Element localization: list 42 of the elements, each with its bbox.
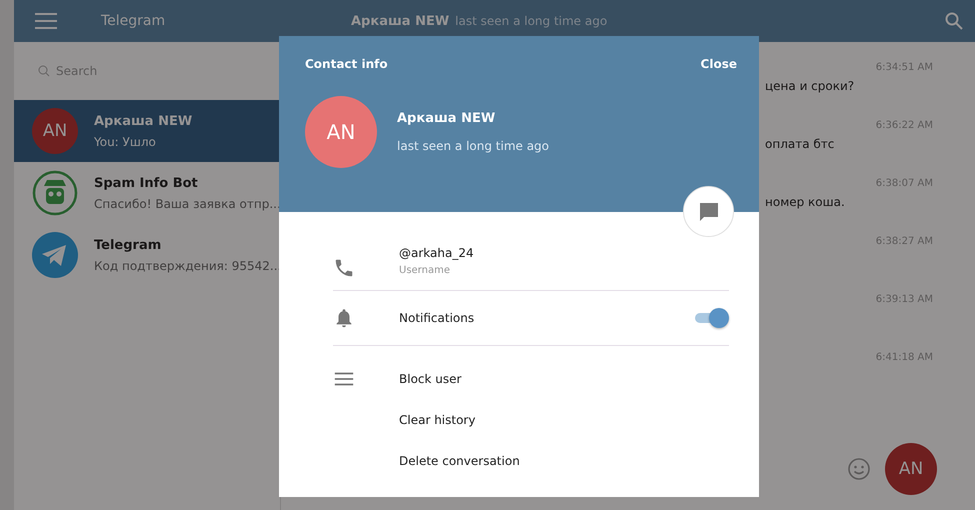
- avatar: AN: [32, 108, 78, 154]
- contact-avatar: AN: [305, 96, 377, 168]
- message-time: 6:34:51 AM: [876, 62, 933, 73]
- chat-title: Аркаша NEW: [351, 14, 450, 28]
- message-text: цена и сроки?: [765, 79, 856, 93]
- message-time: 6:36:22 AM: [876, 120, 933, 131]
- action-button[interactable]: Delete conversation: [399, 454, 520, 468]
- chat-preview: You: Ушло: [94, 134, 157, 148]
- message-time: 6:38:27 AM: [876, 236, 933, 247]
- message-text: номер коша.: [765, 195, 846, 209]
- message-time: 6:39:13 AM: [876, 294, 933, 305]
- notifications-label: Notifications: [399, 311, 474, 325]
- close-button[interactable]: Close: [700, 57, 737, 71]
- chat-status: last seen a long time ago: [455, 14, 608, 28]
- chat-list-item[interactable]: AN Аркаша NEW You: Ушло: [14, 100, 280, 162]
- dialog-title: Contact info: [305, 57, 388, 71]
- menu-icon[interactable]: [35, 13, 57, 29]
- chat-bubble-icon: [698, 200, 720, 222]
- app-title: Telegram: [101, 13, 166, 29]
- chat-preview: Код подтверждения: 95542...: [94, 258, 280, 272]
- search-icon[interactable]: [945, 12, 963, 30]
- notifications-toggle[interactable]: [693, 308, 729, 328]
- search-icon: [38, 65, 50, 77]
- username-label: Username: [399, 265, 451, 276]
- contact-name: Аркаша NEW: [397, 111, 496, 126]
- paper-plane-avatar-icon: [32, 232, 78, 278]
- username-value: @arkaha_24: [399, 246, 474, 260]
- chat-preview: Спасибо! Ваша заявка отпр...: [94, 196, 280, 210]
- action-button[interactable]: Block user: [399, 372, 462, 386]
- message-time: 6:41:18 AM: [876, 352, 933, 363]
- chat-name: Spam Info Bot: [94, 176, 199, 190]
- message-time: 6:38:07 AM: [876, 178, 933, 189]
- bot-avatar-icon: [32, 170, 78, 216]
- contact-status: last seen a long time ago: [397, 139, 550, 153]
- message-text: оплата бтс: [765, 137, 836, 151]
- smiley-icon[interactable]: [847, 457, 871, 481]
- action-button[interactable]: Clear history: [399, 412, 476, 426]
- chat-name: Аркаша NEW: [94, 114, 192, 128]
- phone-icon: [333, 257, 355, 279]
- avatar[interactable]: AN: [885, 443, 937, 495]
- message-button[interactable]: [683, 186, 734, 237]
- chat-name: Telegram: [94, 238, 162, 252]
